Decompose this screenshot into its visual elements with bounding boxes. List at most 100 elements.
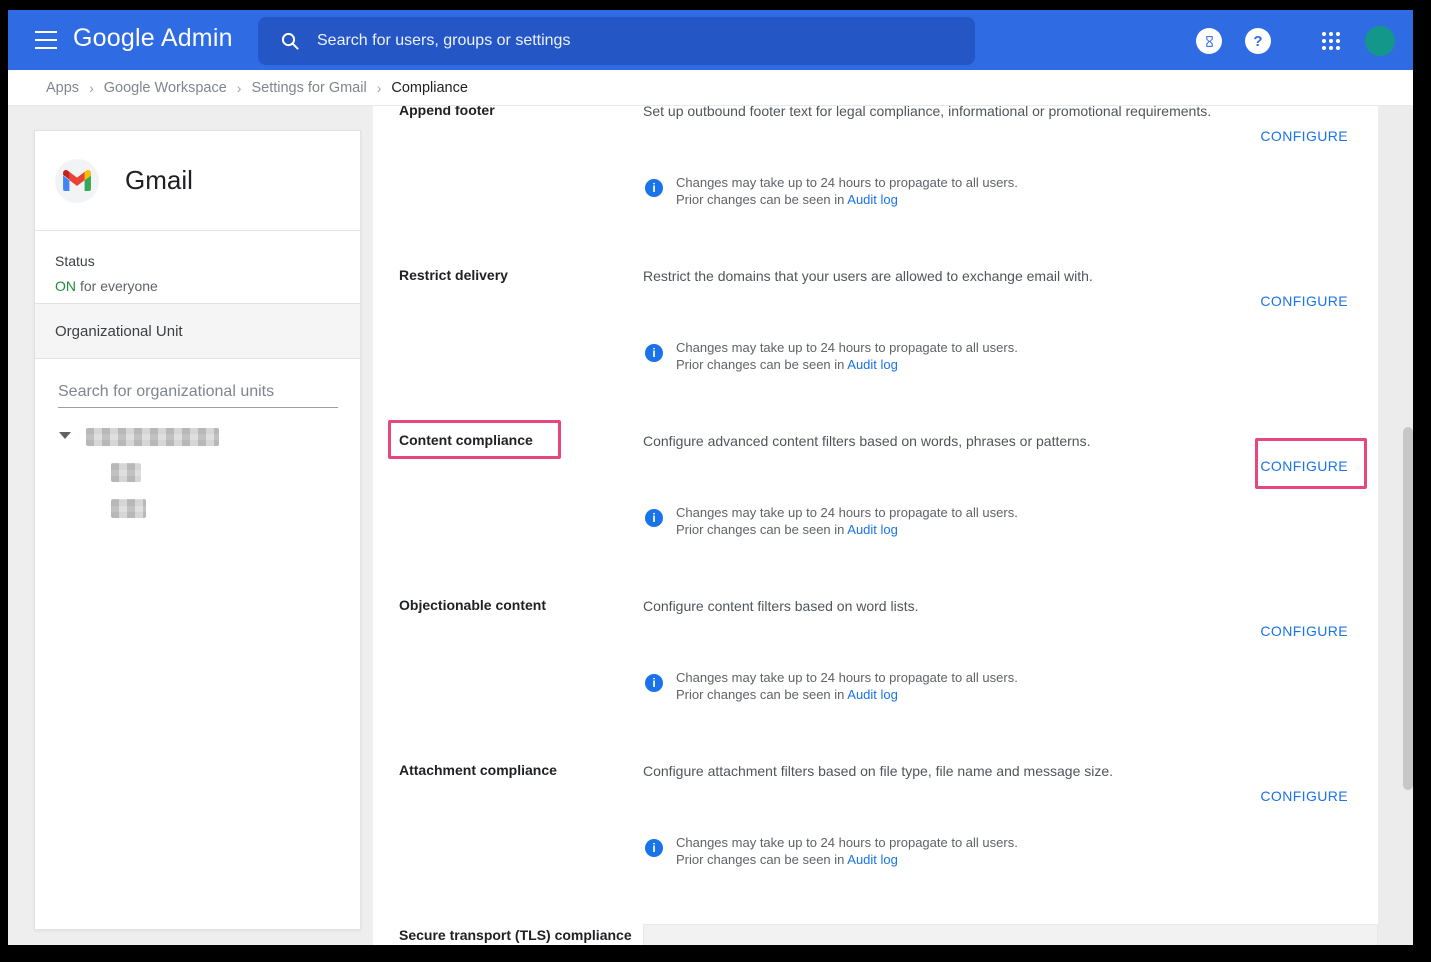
setting-description: Configure advanced content filters based… [643, 432, 1303, 450]
service-title: Gmail [125, 165, 193, 196]
info-icon: i [645, 509, 663, 527]
status-block: Status ONfor everyone [35, 231, 360, 303]
note-line1: Changes may take up to 24 hours to propa… [676, 174, 1018, 191]
note-line2-prefix: Prior changes can be seen in [676, 357, 847, 372]
app-logo-admin: Admin [161, 24, 233, 52]
setting-row-secure-transport-tls: Secure transport (TLS) compliance [373, 926, 1413, 945]
account-avatar[interactable] [1365, 26, 1395, 56]
configure-button[interactable]: CONFIGURE [1260, 293, 1348, 309]
org-tree-root-item-redacted[interactable] [86, 428, 219, 446]
org-tree-child-item-redacted[interactable] [111, 499, 146, 518]
note-text: Changes may take up to 24 hours to propa… [676, 504, 1018, 538]
setting-description: Configure content filters based on word … [643, 597, 1303, 615]
propagation-note: i Changes may take up to 24 hours to pro… [645, 174, 1018, 208]
breadcrumb-separator: › [377, 80, 382, 96]
note-text: Changes may take up to 24 hours to propa… [676, 669, 1018, 703]
admin-console-window: GoogleAdmin ? Apps › Google Workspace › [8, 10, 1413, 945]
status-scope: for everyone [80, 278, 158, 294]
note-line1: Changes may take up to 24 hours to propa… [676, 834, 1018, 851]
note-line2-prefix: Prior changes can be seen in [676, 192, 847, 207]
status-value: ONfor everyone [55, 278, 340, 294]
setting-name: Content compliance [399, 431, 639, 449]
propagation-note: i Changes may take up to 24 hours to pro… [645, 834, 1018, 868]
configure-button[interactable]: CONFIGURE [1260, 128, 1348, 144]
settings-list: Append footer Set up outbound footer tex… [373, 106, 1413, 945]
audit-log-link[interactable]: Audit log [847, 522, 898, 537]
note-line1: Changes may take up to 24 hours to propa… [676, 504, 1018, 521]
apps-grid-icon[interactable] [1320, 30, 1342, 52]
setting-row-objectionable-content: Objectionable content Configure content … [373, 596, 1413, 761]
org-tree-child-item-redacted[interactable] [111, 463, 141, 482]
tree-expand-icon[interactable] [59, 432, 71, 439]
note-line2-prefix: Prior changes can be seen in [676, 852, 847, 867]
audit-log-link[interactable]: Audit log [847, 192, 898, 207]
left-panel: Gmail Status ONfor everyone Organization… [8, 106, 373, 945]
global-search [258, 17, 975, 65]
gmail-logo-icon [55, 159, 99, 203]
note-line2: Prior changes can be seen in Audit log [676, 356, 1018, 373]
info-icon: i [645, 674, 663, 692]
audit-log-link[interactable]: Audit log [847, 852, 898, 867]
setting-field-box [643, 924, 1378, 945]
status-label: Status [55, 253, 340, 269]
setting-name: Append footer [399, 106, 639, 119]
info-icon: i [645, 344, 663, 362]
status-on: ON [55, 278, 76, 294]
breadcrumb: Apps › Google Workspace › Settings for G… [8, 70, 1413, 106]
breadcrumb-separator: › [89, 80, 94, 96]
setting-description: Restrict the domains that your users are… [643, 267, 1303, 285]
configure-button[interactable]: CONFIGURE [1260, 458, 1348, 474]
note-line2: Prior changes can be seen in Audit log [676, 686, 1018, 703]
search-input[interactable] [317, 32, 961, 50]
org-unit-search [58, 381, 337, 408]
note-text: Changes may take up to 24 hours to propa… [676, 339, 1018, 373]
help-icon[interactable]: ? [1245, 28, 1271, 54]
configure-button[interactable]: CONFIGURE [1260, 788, 1348, 804]
breadcrumb-separator: › [237, 80, 242, 96]
breadcrumb-settings-for-gmail[interactable]: Settings for Gmail [251, 80, 366, 96]
app-logo: GoogleAdmin [73, 24, 233, 53]
service-header: Gmail [35, 131, 360, 231]
note-line2: Prior changes can be seen in Audit log [676, 851, 1018, 868]
scrollbar-track[interactable] [1378, 106, 1413, 945]
note-line1: Changes may take up to 24 hours to propa… [676, 339, 1018, 356]
setting-row-append-footer: Append footer Set up outbound footer tex… [373, 106, 1413, 266]
info-icon: i [645, 839, 663, 857]
setting-description: Set up outbound footer text for legal co… [643, 106, 1303, 120]
note-text: Changes may take up to 24 hours to propa… [676, 834, 1018, 868]
app-bar: GoogleAdmin ? [8, 10, 1413, 70]
note-line1: Changes may take up to 24 hours to propa… [676, 669, 1018, 686]
propagation-note: i Changes may take up to 24 hours to pro… [645, 669, 1018, 703]
setting-name: Objectionable content [399, 596, 639, 614]
menu-icon[interactable] [35, 31, 57, 49]
setting-row-restrict-delivery: Restrict delivery Restrict the domains t… [373, 266, 1413, 431]
breadcrumb-apps[interactable]: Apps [46, 80, 79, 96]
note-line2-prefix: Prior changes can be seen in [676, 687, 847, 702]
breadcrumb-current: Compliance [391, 80, 468, 96]
setting-description: Configure attachment filters based on fi… [643, 762, 1303, 780]
note-line2-prefix: Prior changes can be seen in [676, 522, 847, 537]
setting-name: Attachment compliance [399, 761, 639, 779]
app-logo-google: Google [73, 24, 155, 52]
org-unit-card: Gmail Status ONfor everyone Organization… [34, 130, 361, 930]
propagation-note: i Changes may take up to 24 hours to pro… [645, 504, 1018, 538]
note-line2: Prior changes can be seen in Audit log [676, 191, 1018, 208]
propagation-note: i Changes may take up to 24 hours to pro… [645, 339, 1018, 373]
org-unit-section-title: Organizational Unit [55, 323, 183, 340]
breadcrumb-google-workspace[interactable]: Google Workspace [104, 80, 227, 96]
tasks-hourglass-icon[interactable] [1196, 28, 1222, 54]
audit-log-link[interactable]: Audit log [847, 357, 898, 372]
org-unit-search-input[interactable] [58, 381, 338, 408]
setting-name: Restrict delivery [399, 266, 639, 284]
org-unit-section-header: Organizational Unit [35, 303, 360, 359]
setting-row-attachment-compliance: Attachment compliance Configure attachme… [373, 761, 1413, 926]
configure-button[interactable]: CONFIGURE [1260, 623, 1348, 639]
help-glyph: ? [1253, 33, 1262, 50]
info-icon: i [645, 179, 663, 197]
scrollbar-thumb[interactable] [1403, 427, 1413, 790]
note-line2: Prior changes can be seen in Audit log [676, 521, 1018, 538]
setting-row-content-compliance: Content compliance Configure advanced co… [373, 431, 1413, 596]
audit-log-link[interactable]: Audit log [847, 687, 898, 702]
setting-name: Secure transport (TLS) compliance [399, 926, 639, 944]
note-text: Changes may take up to 24 hours to propa… [676, 174, 1018, 208]
